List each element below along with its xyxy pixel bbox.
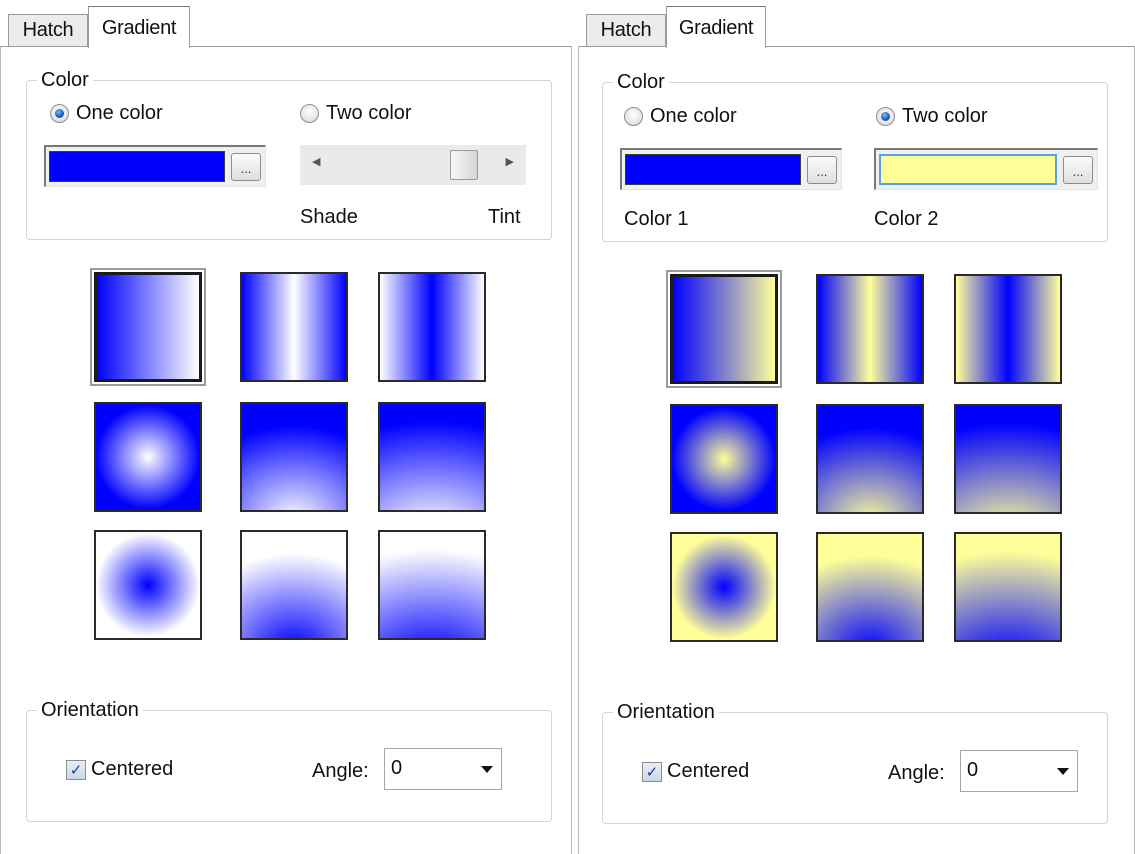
radio-indicator <box>300 104 319 123</box>
gradient-pattern-invcylinder[interactable] <box>378 272 486 382</box>
one-color-radio[interactable]: One color <box>624 105 737 128</box>
angle-label: Angle: <box>888 762 945 784</box>
one-color-radio[interactable]: One color <box>50 102 163 125</box>
color1-picker[interactable]: ... <box>44 145 266 187</box>
tint-label: Tint <box>488 206 521 228</box>
shade-label: Shade <box>300 206 358 228</box>
gradient-pattern-cylinder[interactable] <box>240 272 348 382</box>
gradient-pattern-invcylinder[interactable] <box>954 274 1062 384</box>
tab-strip: Hatch Gradient <box>578 0 1135 48</box>
orientation-group-title: Orientation <box>613 699 719 725</box>
two-color-label: Two color <box>902 105 988 127</box>
color-group-title: Color <box>37 67 93 93</box>
chevron-down-icon[interactable] <box>1057 768 1069 775</box>
gradient-pattern-linear[interactable] <box>666 270 782 388</box>
color1-browse-button[interactable]: ... <box>807 156 837 184</box>
gradient-pattern-invhemispherical[interactable] <box>816 532 924 642</box>
centered-label: Centered <box>667 760 750 782</box>
centered-checkbox[interactable]: ✓ Centered <box>642 760 749 783</box>
gradient-pattern-invcurved[interactable] <box>378 530 486 640</box>
gradient-pattern-invcurved[interactable] <box>954 532 1062 642</box>
color2-swatch <box>879 154 1057 185</box>
angle-label: Angle: <box>312 760 369 782</box>
radio-indicator <box>624 107 643 126</box>
color1-swatch <box>625 154 801 185</box>
color1-browse-button[interactable]: ... <box>231 153 261 181</box>
tab-strip: Hatch Gradient <box>0 0 572 48</box>
angle-value: 0 <box>391 757 403 779</box>
one-color-label: One color <box>650 105 737 127</box>
color2-picker[interactable]: ... <box>874 148 1098 190</box>
gradient-pattern-hemispherical[interactable] <box>816 404 924 514</box>
color1-swatch <box>49 151 225 182</box>
gradient-pattern-curved[interactable] <box>954 404 1062 514</box>
slider-left-arrow-icon[interactable]: ◀ <box>312 155 320 168</box>
one-color-label: One color <box>76 102 163 124</box>
slider-right-arrow-icon[interactable]: ▶ <box>506 155 514 168</box>
color1-label: Color 1 <box>624 208 689 230</box>
gradient-dialog-one-color: Hatch Gradient Color One color Two color… <box>0 0 572 854</box>
color1-picker[interactable]: ... <box>620 148 842 190</box>
orientation-group-title: Orientation <box>37 697 143 723</box>
tab-gradient[interactable]: Gradient <box>666 6 766 48</box>
radio-indicator <box>876 107 895 126</box>
gradient-pattern-invspherical[interactable] <box>670 532 778 642</box>
gradient-pattern-spherical[interactable] <box>670 404 778 514</box>
color-group-title: Color <box>613 69 669 95</box>
gradient-dialog-two-color: Hatch Gradient Color One color Two color… <box>578 0 1135 854</box>
radio-indicator <box>50 104 69 123</box>
gradient-pattern-spherical[interactable] <box>94 402 202 512</box>
checkmark-icon: ✓ <box>66 759 86 780</box>
two-color-radio[interactable]: Two color <box>876 105 988 128</box>
gradient-pattern-curved[interactable] <box>378 402 486 512</box>
angle-value: 0 <box>967 759 979 781</box>
checkmark-icon: ✓ <box>642 761 662 782</box>
slider-thumb[interactable] <box>450 150 479 180</box>
centered-label: Centered <box>91 758 174 780</box>
centered-checkbox[interactable]: ✓ Centered <box>66 758 173 781</box>
chevron-down-icon[interactable] <box>481 766 493 773</box>
two-color-radio[interactable]: Two color <box>300 102 412 125</box>
tab-gradient[interactable]: Gradient <box>88 6 190 48</box>
angle-select[interactable]: 0 <box>960 750 1078 792</box>
gradient-pattern-invspherical[interactable] <box>94 530 202 640</box>
gradient-pattern-cylinder[interactable] <box>816 274 924 384</box>
tab-hatch[interactable]: Hatch <box>8 14 88 46</box>
color2-label: Color 2 <box>874 208 939 230</box>
gradient-pattern-invhemispherical[interactable] <box>240 530 348 640</box>
gradient-pattern-hemispherical[interactable] <box>240 402 348 512</box>
tab-hatch[interactable]: Hatch <box>586 14 666 46</box>
shade-tint-slider[interactable]: ◀ ▶ <box>300 145 526 185</box>
gradient-pattern-linear[interactable] <box>90 268 206 386</box>
angle-select[interactable]: 0 <box>384 748 502 790</box>
color2-browse-button[interactable]: ... <box>1063 156 1093 184</box>
two-color-label: Two color <box>326 102 412 124</box>
